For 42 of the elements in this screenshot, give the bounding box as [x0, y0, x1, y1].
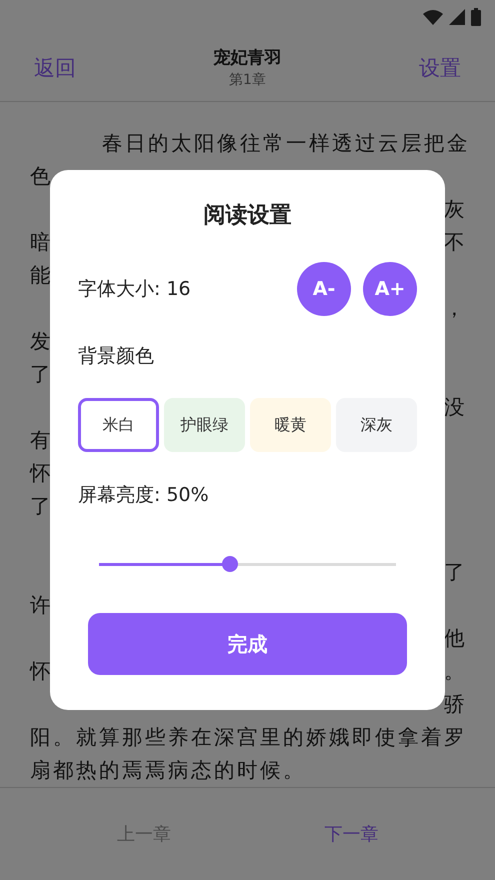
story-text: 。 — [444, 658, 467, 684]
story-text: 怀 — [30, 658, 53, 684]
font-size-button[interactable]: A+ — [363, 262, 417, 316]
signal-icon — [449, 9, 465, 25]
wifi-icon — [423, 10, 443, 24]
story-text: 能 — [30, 262, 53, 288]
chapter-label: 第1章 — [229, 71, 266, 89]
brightness-label: 屏幕亮度: 50% — [78, 483, 209, 508]
done-button[interactable]: 完成 — [88, 613, 407, 675]
dialog-title: 阅读设置 — [204, 202, 292, 230]
slider-thumb[interactable] — [222, 556, 238, 572]
story-text: 春日的太阳像往常一样透过云层把金 — [101, 130, 470, 156]
settings-link[interactable]: 设置 — [419, 54, 461, 82]
brightness-slider[interactable] — [99, 556, 396, 573]
background-label: 背景颜色 — [78, 344, 154, 369]
story-text: 怀 — [30, 460, 53, 486]
font-size-button[interactable]: A- — [297, 262, 351, 316]
story-text: 色 — [30, 162, 53, 190]
background-option[interactable]: 深灰 — [336, 398, 418, 452]
story-text: ， — [444, 294, 467, 322]
story-text: 有 — [30, 426, 53, 454]
story-text: 暗 — [30, 228, 53, 256]
battery-icon — [471, 8, 481, 26]
story-text: 骄 — [444, 690, 467, 718]
story-text: 灰 — [444, 196, 467, 222]
story-text: 了 — [30, 360, 53, 388]
story-text: 发 — [30, 328, 53, 354]
back-link[interactable]: 返回 — [34, 54, 76, 82]
font-size-label: 字体大小: 16 — [78, 277, 191, 302]
story-text: 他 — [444, 624, 467, 652]
story-text: 许 — [30, 592, 53, 618]
story-text: 没 — [444, 394, 467, 420]
story-text: 不 — [444, 228, 467, 256]
story-text: 扇都热的焉焉病态的时候。 — [30, 756, 306, 784]
background-option[interactable]: 暖黄 — [250, 398, 332, 452]
story-text: 了 — [30, 492, 53, 520]
story-text: 了 — [444, 558, 467, 586]
background-option[interactable]: 米白 — [78, 398, 160, 452]
background-option[interactable]: 护眼绿 — [164, 398, 246, 452]
chapter-nav-button[interactable]: 下一章 — [324, 822, 378, 846]
story-text: 阳。就算那些养在深宫里的娇娥即使拿着罗 — [30, 724, 467, 750]
book-title: 宠妃青羽 — [214, 47, 282, 69]
